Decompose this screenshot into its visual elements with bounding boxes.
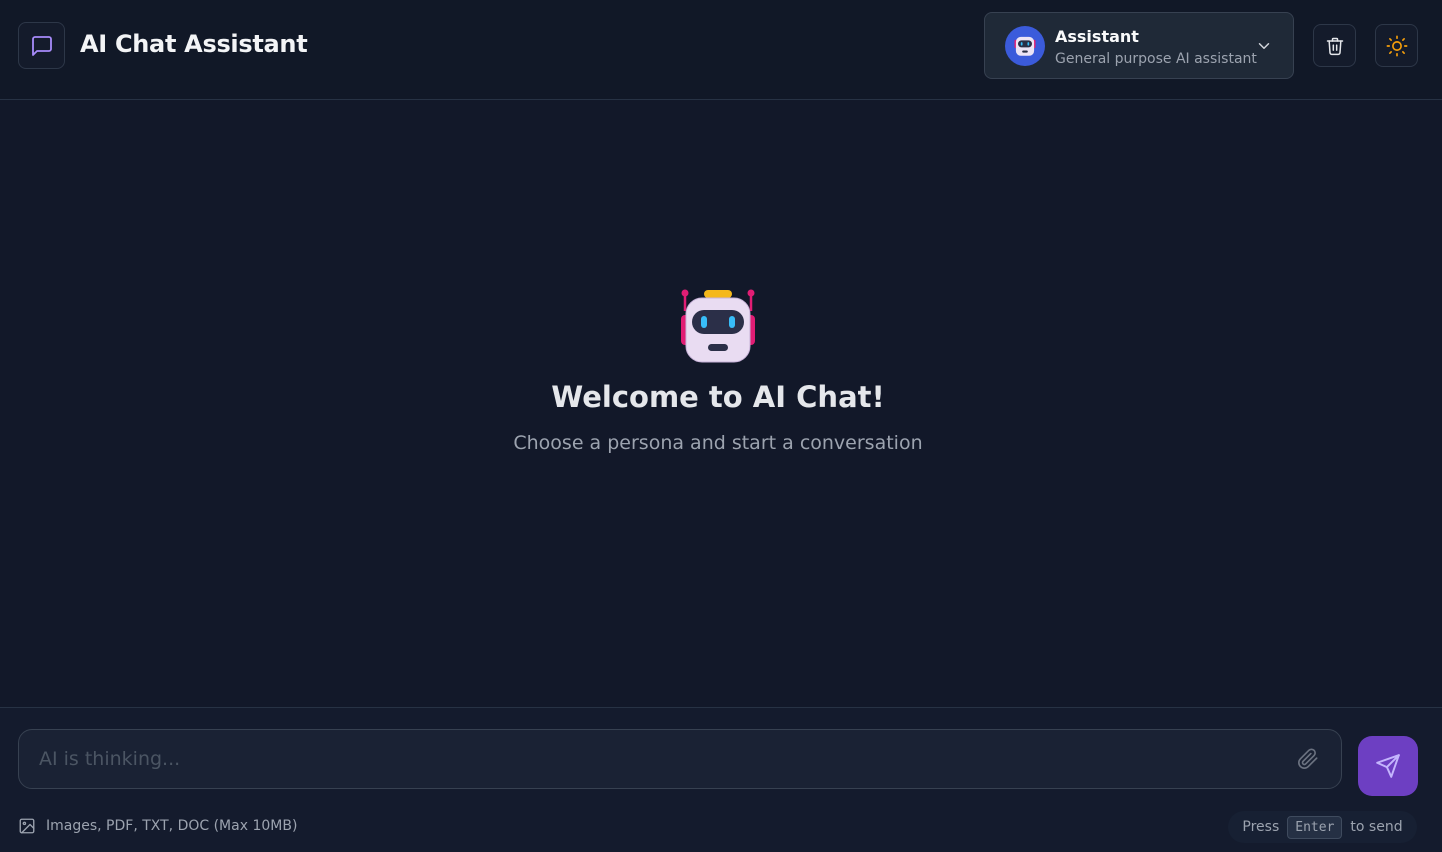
send-shortcut-hint: Press Enter to send <box>1228 811 1417 843</box>
app-title: AI Chat Assistant <box>80 30 308 58</box>
file-types-hint: Images, PDF, TXT, DOC (Max 10MB) <box>18 816 297 836</box>
message-input-wrapper <box>18 729 1342 789</box>
composer-area: Images, PDF, TXT, DOC (Max 10MB) Press E… <box>0 707 1442 852</box>
theme-toggle-button[interactable] <box>1375 24 1418 67</box>
persona-selector[interactable]: Assistant General purpose AI assistant <box>984 12 1294 79</box>
file-types-text: Images, PDF, TXT, DOC (Max 10MB) <box>46 818 298 834</box>
robot-icon <box>1014 36 1036 56</box>
welcome-title: Welcome to AI Chat! <box>551 380 885 414</box>
app-root: AI Chat Assistant Assistant General purp… <box>0 0 1442 852</box>
persona-avatar <box>1005 26 1045 66</box>
paperclip-icon[interactable] <box>1297 748 1319 770</box>
send-button[interactable] <box>1358 736 1418 796</box>
chevron-down-icon <box>1258 43 1270 49</box>
enter-key-badge: Enter <box>1287 815 1343 839</box>
send-hint-prefix: Press <box>1242 819 1280 835</box>
image-icon <box>19 818 35 834</box>
sun-icon <box>1386 35 1407 56</box>
top-bar: AI Chat Assistant Assistant General purp… <box>0 0 1442 100</box>
message-square-icon <box>31 35 52 56</box>
send-hint-suffix: to send <box>1350 819 1403 835</box>
persona-description: General purpose AI assistant <box>1055 51 1257 67</box>
send-icon <box>1376 754 1400 778</box>
message-input[interactable] <box>39 740 1279 778</box>
trash-icon <box>1326 37 1343 55</box>
clear-chat-button[interactable] <box>1313 24 1356 67</box>
chat-area: Welcome to AI Chat! Choose a persona and… <box>0 100 1442 707</box>
robot-icon <box>681 289 755 363</box>
welcome-subtitle: Choose a persona and start a conversatio… <box>513 432 923 454</box>
persona-name: Assistant <box>1055 27 1139 46</box>
logo-button[interactable] <box>18 22 65 69</box>
